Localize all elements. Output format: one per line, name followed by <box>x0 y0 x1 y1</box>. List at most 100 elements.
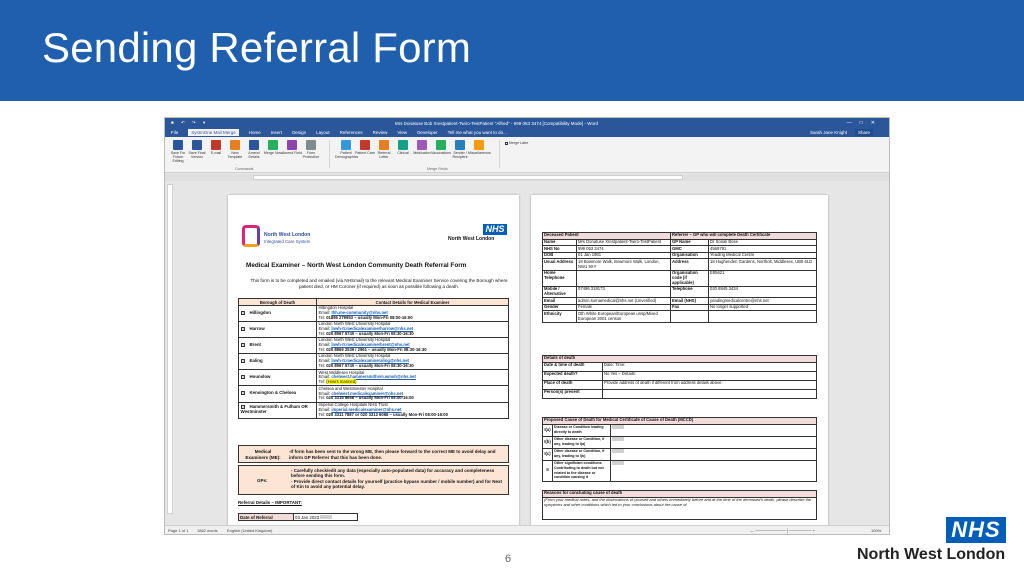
me-label: Medical Examiners (ME): <box>245 449 281 460</box>
field-value[interactable] <box>576 269 671 287</box>
tel-line: Tel: 020 8869 2539 / 2961 – usually Mon-… <box>318 347 427 353</box>
table-row: Usual Address 18 Bowmore Walk, Bowmore Wa… <box>542 258 817 271</box>
ribbon-button-label: Merge Now <box>263 151 283 155</box>
mccd-line-desc: Other disease or Condition, if any, lead… <box>552 447 611 461</box>
org-subname: Integrated Care System <box>264 239 311 244</box>
field-value[interactable]: Oth White European/European unsp/Mixed E… <box>576 310 671 323</box>
mccd-line-value[interactable] <box>610 423 817 437</box>
field-value[interactable]: Female <box>576 303 671 312</box>
tab-references[interactable]: References <box>340 130 363 135</box>
field-value[interactable]: 18 Bowmore Walk, Bowmore Walk, London, N… <box>576 258 671 271</box>
field-value[interactable]: Provide address of death if different fr… <box>602 379 817 390</box>
quick-access-icons[interactable]: ■ ↶ ↷ ▾ <box>171 120 208 126</box>
borough-cell[interactable]: Kensington & Chelsea <box>238 385 317 403</box>
tab-systmone-mail-merge[interactable]: SystmOne Mail Merge <box>188 129 239 136</box>
reasons-text[interactable]: (From your medical notes, and the observ… <box>542 496 817 520</box>
ribbon-button-misc[interactable]: Miscellaneous <box>468 140 491 155</box>
field-value[interactable] <box>708 310 817 323</box>
medical-examiner-note: Medical Examiners (ME): -If form has bee… <box>238 445 509 463</box>
field-label: Fax <box>670 303 709 312</box>
merge-later-checkbox[interactable]: Merge Later <box>505 141 528 145</box>
field-value[interactable] <box>602 388 817 399</box>
borough-cell[interactable]: Ealing <box>238 353 317 371</box>
field-value[interactable]: 020 8845 3434 <box>708 285 817 299</box>
field-value[interactable]: E85621 <box>708 269 817 287</box>
tab-file[interactable]: File <box>171 130 178 135</box>
ribbon-button-label: Save Final Version <box>188 151 206 160</box>
ribbon-tabs: File SystmOne Mail Merge Home Insert Des… <box>165 128 889 137</box>
field-value[interactable]: Date: Time: <box>602 361 817 372</box>
borough-checkbox[interactable] <box>240 391 245 396</box>
ribbon-button-protection[interactable]: Form Protection <box>300 140 322 159</box>
tab-developer[interactable]: Developer <box>417 130 438 135</box>
mccd-line-value[interactable] <box>610 447 817 461</box>
borough-checkbox[interactable] <box>240 343 245 348</box>
borough-checkbox[interactable] <box>240 327 245 332</box>
field-label: Telephone <box>670 285 709 299</box>
borough-header: Borough of Death <box>238 298 317 306</box>
field-value[interactable]: Mrs Donatuse Xrestpatient-Twiro-TestPati… <box>576 238 671 247</box>
mccd-line-desc: Other significant conditions Contributin… <box>552 459 611 482</box>
share-button[interactable]: Share <box>854 129 873 136</box>
tel-value: (Hours manned) <box>326 379 357 385</box>
status-words[interactable]: 1862 words <box>197 528 218 533</box>
date-of-referral-value[interactable]: 03 Jan 2023 <box>293 513 358 521</box>
nhs-region: North West London <box>448 236 495 242</box>
document-page-1[interactable]: North West London Integrated Care System… <box>228 195 519 526</box>
table-row: Expected death? No Yes – Details: <box>542 370 817 381</box>
borough-cell[interactable]: Hillingdon <box>238 304 317 323</box>
field-value[interactable]: 07496 318173 <box>576 285 671 299</box>
tab-design[interactable]: Design <box>292 130 306 135</box>
field-label: Date & time of death <box>542 361 603 372</box>
table-row: Mobile / Alternative 07496 318173 Telephon… <box>542 285 817 299</box>
user-name[interactable]: Sarah Jane Knight <box>810 130 847 135</box>
table-row: I(c) Other disease or Condition, if any, … <box>542 447 817 461</box>
borough-name: Brent <box>249 342 261 348</box>
mccd-line-desc: Other disease or Condition, if any, lead… <box>552 435 611 449</box>
tab-insert[interactable]: Insert <box>271 130 282 135</box>
borough-cell[interactable]: Hounslow <box>238 369 317 387</box>
table-row: Hounslow West Middlesex Hospital Email: ch… <box>238 369 509 387</box>
vertical-ruler <box>167 184 173 514</box>
status-page[interactable]: Page 1 of 1 <box>168 528 188 533</box>
contact-cell: West Middlesex Hospital Email: chelwest.h… <box>316 369 509 387</box>
zoom-level[interactable]: 100% <box>871 528 881 533</box>
tab-home[interactable]: Home <box>249 130 261 135</box>
borough-checkbox[interactable] <box>240 375 245 380</box>
mccd-line-value[interactable] <box>610 459 817 482</box>
ribbon-button-label: Medication <box>413 151 431 155</box>
tab-review[interactable]: Review <box>373 130 388 135</box>
window-controls-icon[interactable]: —□✕ <box>847 120 883 126</box>
tab-view[interactable]: View <box>397 130 407 135</box>
mccd-line-value[interactable] <box>610 435 817 449</box>
status-language[interactable]: English (United Kingdom) <box>227 528 272 533</box>
field-value[interactable]: No Yes – Details: <box>602 370 817 381</box>
field-value[interactable]: 18 Hughenden Gardens, Northolt, Middlese… <box>708 258 817 271</box>
zoom-slider[interactable]: — ───────────│──────── + <box>750 528 815 533</box>
ribbon-button-label: Miscellaneous <box>468 151 491 155</box>
borough-cell[interactable]: Hammersmith & Fulham OR Westminster <box>238 401 317 419</box>
borough-cell[interactable]: Harrow <box>238 321 317 339</box>
field-value[interactable]: 01 Jan 1981 <box>576 251 671 260</box>
field-value[interactable]: Yeading Medical Centre <box>708 251 817 260</box>
document-page-2[interactable]: Deceased Patient Referrer – GP who will … <box>531 195 828 526</box>
patient-icon <box>341 140 351 150</box>
tell-me-input[interactable]: Tell me what you want to do... <box>448 130 507 135</box>
word-window: ■ ↶ ↷ ▾ Mrs Donatuse Bob Xrestpatient-Tw… <box>164 117 890 535</box>
borough-cell[interactable]: Brent <box>238 337 317 355</box>
borough-checkbox[interactable] <box>240 359 245 364</box>
table-row: Ethnicity Oth White European/European uns… <box>542 310 817 323</box>
gps-item-2: - Provide direct contact details for you… <box>291 478 503 490</box>
mccd-header: Proposed Cause of Death for Medical Cert… <box>542 417 817 425</box>
ribbon-button-label: E-mail <box>210 151 222 155</box>
field-value[interactable]: Dr Sonali Bose <box>708 238 817 247</box>
reasons-table: Reasons for concluding cause of death (F… <box>542 490 817 520</box>
table-row: Gender Female Fax No longer supported <box>542 303 817 312</box>
amend-field-icon <box>287 140 297 150</box>
borough-checkbox[interactable] <box>240 311 245 316</box>
field-value[interactable]: No longer supported <box>708 303 817 312</box>
ribbon-button-label: Save For Future Editing <box>170 151 186 164</box>
field-label <box>670 310 709 323</box>
tab-layout[interactable]: Layout <box>316 130 330 135</box>
nhs-region-label: North West London <box>857 546 1006 563</box>
